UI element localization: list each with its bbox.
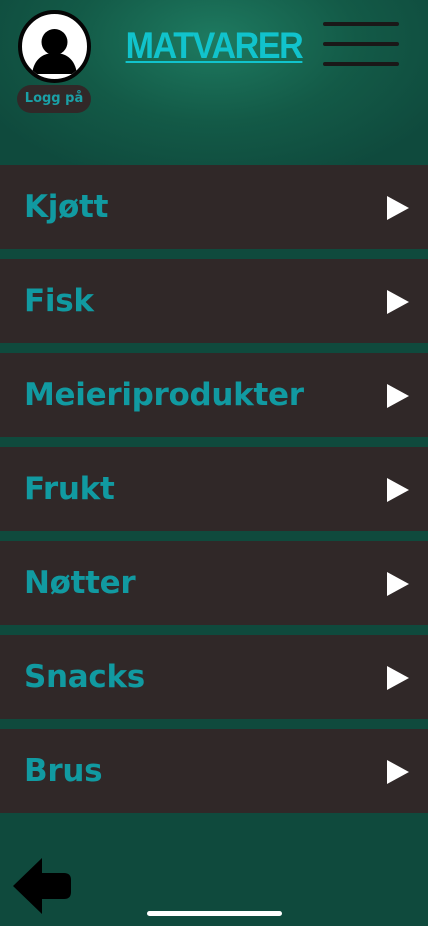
menu-line [323,22,399,26]
user-avatar-icon[interactable] [18,10,91,83]
category-item-fisk[interactable]: Fisk [0,259,428,343]
login-button[interactable]: Logg på [17,85,91,113]
category-label: Meieriprodukter [24,377,304,413]
category-label: Kjøtt [24,189,109,225]
category-item-snacks[interactable]: Snacks [0,635,428,719]
play-arrow-icon [386,571,410,597]
category-label: Fisk [24,283,94,319]
back-arrow-icon[interactable] [11,856,73,916]
hamburger-menu-icon[interactable] [323,20,399,70]
home-indicator [147,911,282,916]
category-item-notter[interactable]: Nøtter [0,541,428,625]
category-item-brus[interactable]: Brus [0,729,428,813]
play-arrow-icon [386,759,410,785]
page-title: MATVARER [125,25,304,66]
menu-line [323,62,399,66]
play-arrow-icon [386,289,410,315]
category-label: Snacks [24,659,145,695]
category-label: Brus [24,753,103,789]
category-item-frukt[interactable]: Frukt [0,447,428,531]
category-item-meieriprodukter[interactable]: Meieriprodukter [0,353,428,437]
play-arrow-icon [386,195,410,221]
menu-line [323,42,399,46]
category-item-kjott[interactable]: Kjøtt [0,165,428,249]
play-arrow-icon [386,665,410,691]
play-arrow-icon [386,383,410,409]
play-arrow-icon [386,477,410,503]
category-label: Frukt [24,471,115,507]
category-label: Nøtter [24,565,136,601]
